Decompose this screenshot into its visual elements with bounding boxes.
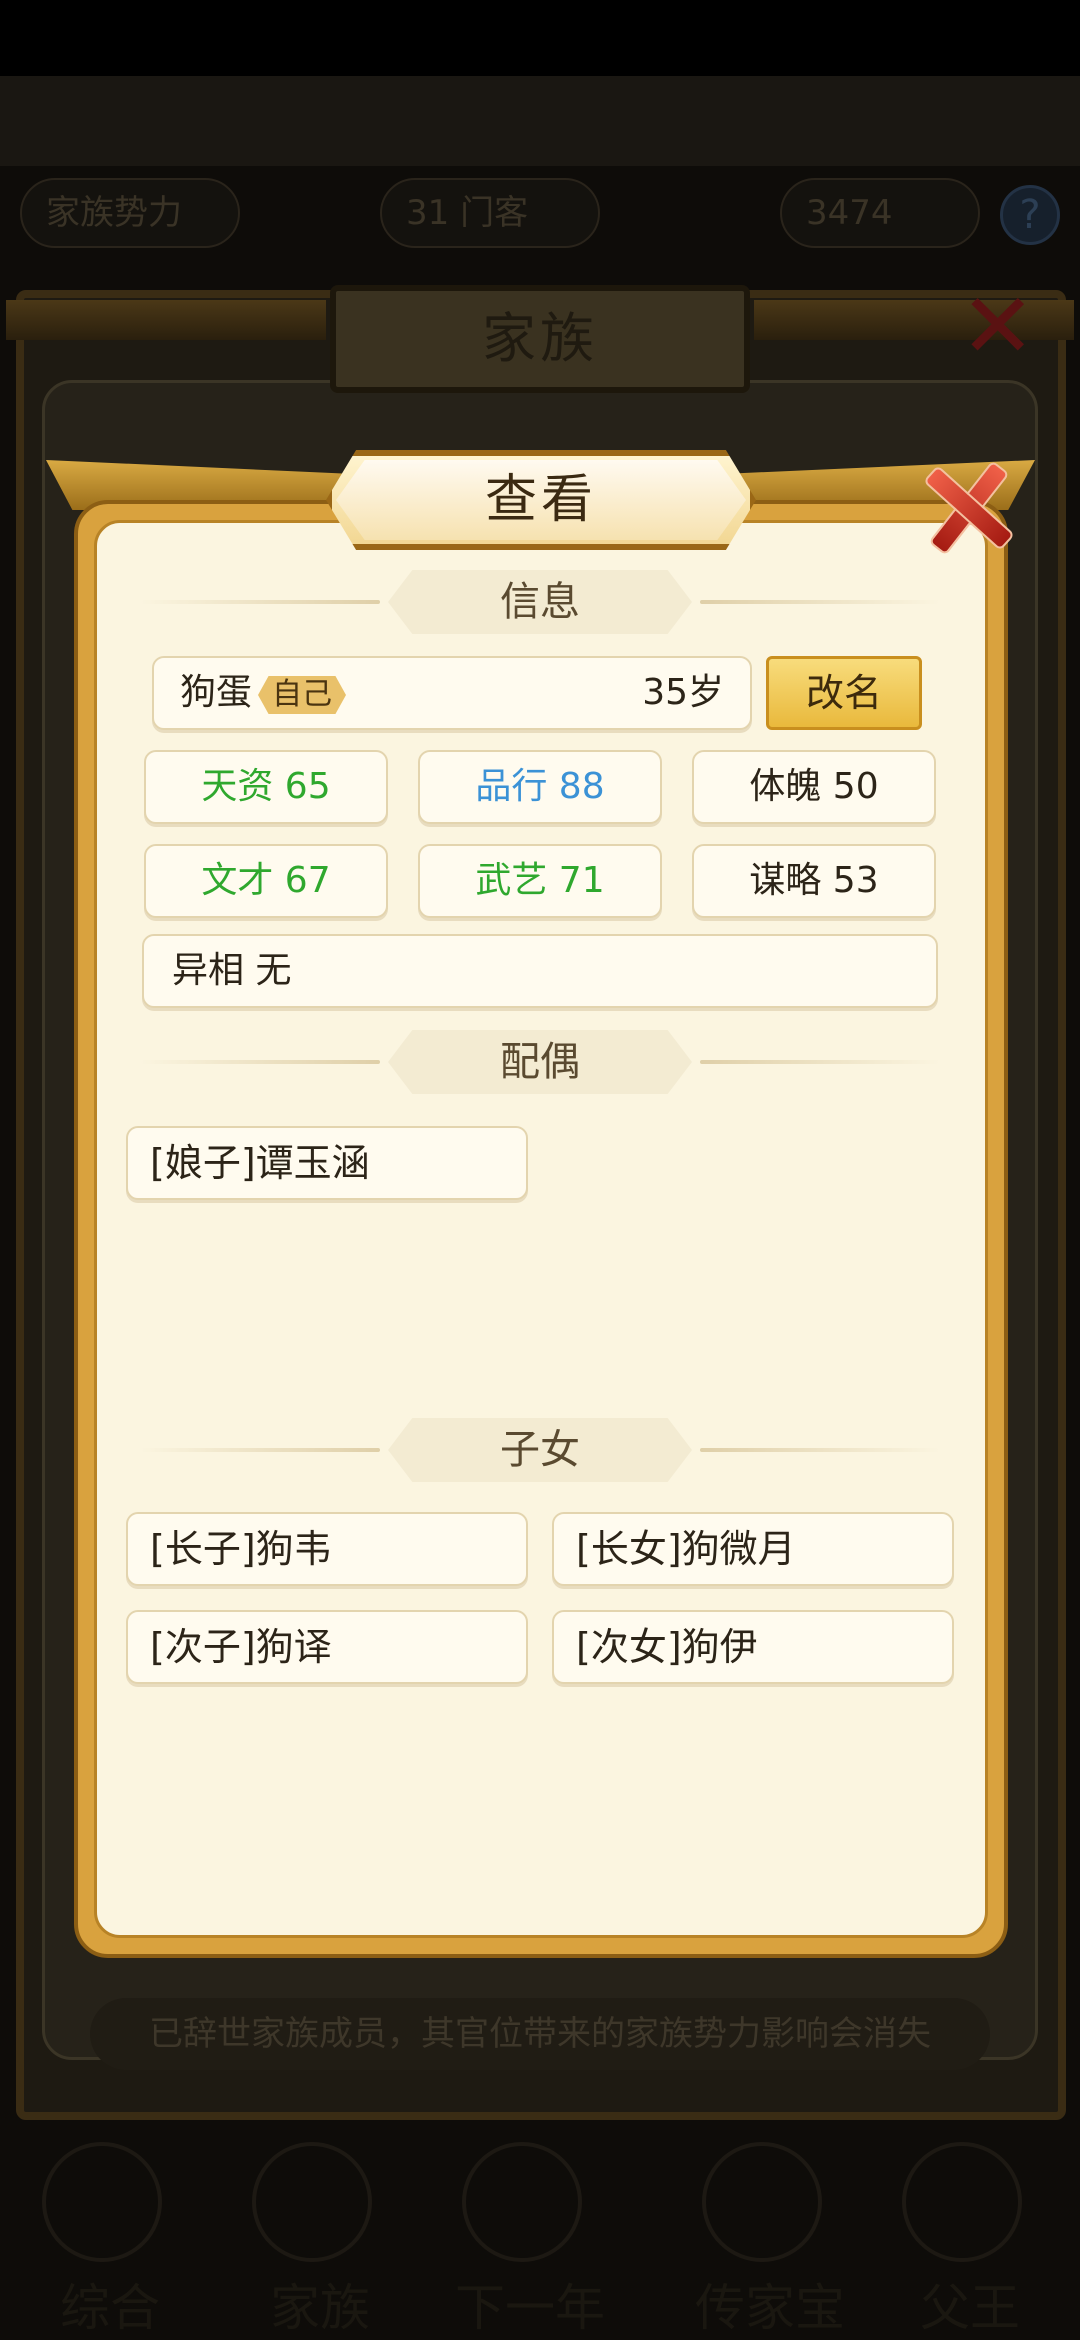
family-notice: 已辞世家族成员，其官位带来的家族势力影响会消失 — [90, 1998, 990, 2070]
spouse-item[interactable]: [娘子]谭玉涵 — [126, 1126, 528, 1200]
nav-next-year-icon — [462, 2142, 582, 2262]
stat-physique: 体魄 50 — [692, 750, 936, 824]
name-age-row: 狗蛋 自己 35岁 — [152, 656, 752, 730]
divider-left — [140, 1448, 380, 1452]
divider-right — [700, 1060, 940, 1064]
nav-next-year: 下一年 — [440, 2140, 605, 2340]
divider-right — [700, 1448, 940, 1452]
mutation-text: 异相 无 — [172, 950, 292, 991]
nav-overview-label: 综合 — [60, 2279, 160, 2337]
view-modal-body — [94, 520, 988, 1938]
nav-family-icon — [252, 2142, 372, 2262]
child-name: [长子]狗韦 — [150, 1527, 332, 1571]
family-panel-title: 家族 — [330, 285, 750, 393]
nav-king-label: 父王 — [920, 2279, 1020, 2337]
bg-stat-guests: 31 门客 — [380, 178, 600, 248]
divider-left — [140, 1060, 380, 1064]
nav-heirloom: 传家宝 — [680, 2140, 845, 2340]
mutation-row: 异相 无 — [142, 934, 938, 1008]
section-children-header: 子女 — [140, 1418, 940, 1482]
nav-overview: 综合 — [20, 2140, 180, 2340]
nav-king: 父王 — [880, 2140, 1040, 2340]
stat-strategy: 谋略 53 — [692, 844, 936, 918]
family-close-icon: ✕ — [960, 274, 1036, 379]
bg-stat-money: 3474 — [780, 178, 980, 248]
bg-stat-power: 家族势力 — [20, 178, 240, 248]
stat-martial: 武艺 71 — [418, 844, 662, 918]
screen: 家族势力 31 门客 3474 ? 家族 ✕ 已辞世家族成员，其官位带来的家族势… — [0, 0, 1080, 2340]
child-item[interactable]: [次子]狗译 — [126, 1610, 528, 1684]
child-name: [次女]狗伊 — [576, 1625, 758, 1669]
child-name: [长女]狗微月 — [576, 1527, 796, 1571]
child-item[interactable]: [长子]狗韦 — [126, 1512, 528, 1586]
family-wing-left — [6, 300, 326, 340]
bottom-nav: 综合 家族 下一年 传家宝 父王 — [0, 2140, 1080, 2340]
section-children-label: 子女 — [500, 1427, 580, 1473]
person-age: 35岁 — [642, 672, 724, 713]
modal-title-plate: 查看 — [326, 450, 756, 550]
nav-heirloom-icon — [702, 2142, 822, 2262]
stat-conduct: 品行 88 — [418, 750, 662, 824]
bg-stat-power-label: 家族势力 — [46, 193, 182, 233]
spouse-name: [娘子]谭玉涵 — [150, 1141, 370, 1185]
bg-stat-money-label: 3474 — [806, 193, 893, 233]
nav-next-year-label: 下一年 — [455, 2279, 605, 2337]
divider-right — [700, 600, 940, 604]
nav-family: 家族 — [230, 2140, 390, 2340]
section-info-label: 信息 — [500, 579, 580, 625]
nav-heirloom-label: 传家宝 — [695, 2279, 845, 2337]
person-name: 狗蛋 — [180, 672, 253, 713]
close-button[interactable] — [908, 448, 1028, 568]
child-name: [次子]狗译 — [150, 1625, 332, 1669]
help-icon: ? — [1000, 185, 1060, 245]
section-spouse-header: 配偶 — [140, 1030, 940, 1094]
rename-button[interactable]: 改名 — [766, 656, 922, 730]
modal-title: 查看 — [484, 470, 597, 530]
nav-overview-icon — [42, 2142, 162, 2262]
stat-aptitude: 天资 65 — [144, 750, 388, 824]
divider-left — [140, 600, 380, 604]
stat-literary: 文才 67 — [144, 844, 388, 918]
section-spouse-label: 配偶 — [500, 1039, 580, 1085]
background-header — [0, 76, 1080, 166]
section-info-header: 信息 — [140, 570, 940, 634]
child-item[interactable]: [长女]狗微月 — [552, 1512, 954, 1586]
child-item[interactable]: [次女]狗伊 — [552, 1610, 954, 1684]
bg-stat-guests-label: 31 门客 — [406, 193, 529, 233]
self-badge: 自己 — [258, 676, 346, 714]
family-panel-title-text: 家族 — [482, 307, 598, 370]
nav-king-icon — [902, 2142, 1022, 2262]
status-bar — [0, 0, 1080, 76]
nav-family-label: 家族 — [270, 2279, 370, 2337]
